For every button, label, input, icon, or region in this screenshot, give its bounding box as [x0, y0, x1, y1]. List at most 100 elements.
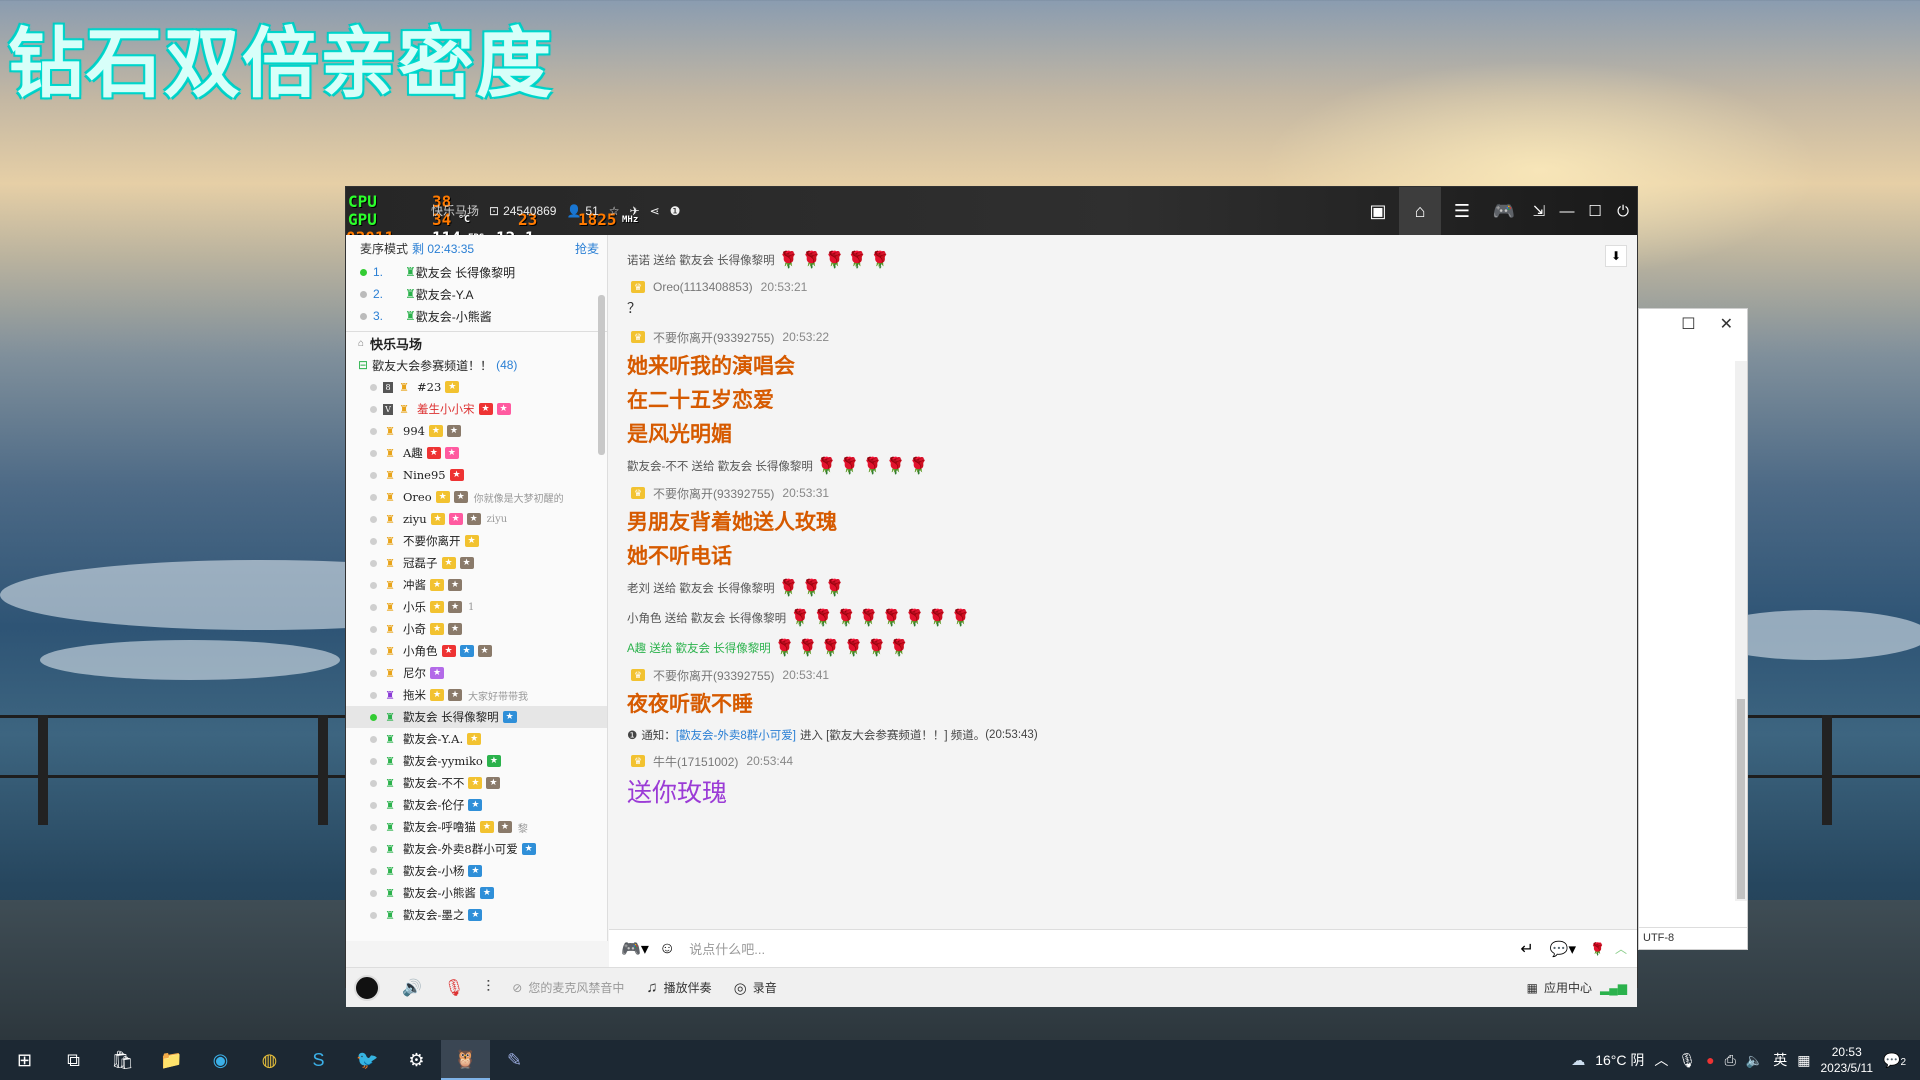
avatar[interactable]: [354, 974, 380, 1001]
notice-user-link[interactable]: [歡友会-外卖8群小可爱]: [676, 727, 796, 743]
user-list-item[interactable]: ♜ 小奇 ★ ★: [346, 618, 607, 640]
user-list-item[interactable]: ♜ 歡友会-墨之 ★: [346, 904, 607, 926]
mic-icon[interactable]: 🎙: [1678, 1052, 1696, 1069]
close-icon[interactable]: ✕: [1720, 314, 1733, 334]
clock[interactable]: 20:53 2023/5/11: [1821, 1044, 1874, 1076]
volume-icon[interactable]: 🔈: [1746, 1052, 1763, 1069]
user-list-item[interactable]: ♜ 歡友会 长得像黎明 ★: [346, 706, 607, 728]
mic-muted-icon[interactable]: 🎙: [444, 978, 464, 998]
maximize-icon[interactable]: ☐: [1681, 314, 1695, 334]
user-name: ziyu: [403, 512, 427, 526]
network-icon[interactable]: ⎙: [1725, 1052, 1736, 1069]
app-center-label: 应用中心: [1544, 981, 1593, 995]
badge-icon: ★: [430, 579, 444, 591]
sender-name[interactable]: 不要你离开(93392755): [653, 667, 774, 684]
user-list-item[interactable]: ♜ ziyu ★ ★ ★ ziyu: [346, 508, 607, 530]
app-s-icon[interactable]: S: [294, 1040, 343, 1080]
weather-icon[interactable]: ☁: [1571, 1052, 1585, 1069]
weather-text[interactable]: 16°C 阴: [1595, 1050, 1644, 1070]
calendar-grid-icon[interactable]: ▦: [1797, 1052, 1810, 1069]
scroll-bottom-button[interactable]: ⬇: [1605, 245, 1627, 267]
store-icon[interactable]: 🛍: [98, 1040, 147, 1080]
ime-indicator[interactable]: 英: [1773, 1050, 1787, 1070]
chat-input[interactable]: 说点什么吧...: [689, 939, 1520, 958]
user-list-item[interactable]: ♜ Oreo ★ ★ 你就像是大梦初醒的: [346, 486, 607, 508]
minimize-icon[interactable]: —: [1553, 187, 1581, 235]
user-list-item[interactable]: ♜ 歡友会-Y.A. ★: [346, 728, 607, 750]
gamepad-icon[interactable]: 🎮: [1483, 187, 1525, 235]
power-icon[interactable]: ⏻: [1609, 187, 1637, 235]
maximize-icon[interactable]: ☐: [1581, 187, 1609, 235]
user-list-item[interactable]: ♜ 歡友会-外卖8群小可爱 ★: [346, 838, 607, 860]
mic-queue-item[interactable]: 2. ♜ 歡友会-Y.A: [346, 283, 607, 305]
emoji-game-icon[interactable]: 🎮▾: [621, 939, 649, 959]
mode-label: 麦序模式: [360, 241, 409, 256]
tray-chevron-icon[interactable]: ︿: [1654, 1050, 1668, 1070]
accompany-button[interactable]: ♫ 播放伴奏: [646, 979, 711, 996]
user-list-item[interactable]: ♜ 小角色 ★ ★ ★: [346, 640, 607, 662]
sender-name[interactable]: 牛牛(17151002): [653, 753, 738, 770]
background-window[interactable]: ☐ ✕ UTF-8: [1638, 308, 1748, 950]
user-list-item[interactable]: ♜ 冠磊子 ★ ★: [346, 552, 607, 574]
start-icon[interactable]: ⊞: [0, 1040, 49, 1080]
user-list-item[interactable]: ♜ 不要你离开 ★: [346, 530, 607, 552]
scrollbar-thumb[interactable]: [1737, 699, 1745, 899]
user-list-item[interactable]: ♜ 尼尔 ★: [346, 662, 607, 684]
status-dot: [370, 625, 377, 633]
yy-icon[interactable]: 🦉: [441, 1040, 490, 1080]
dock-icon[interactable]: ⇲: [1525, 187, 1553, 235]
user-list-item[interactable]: ♜ 歡友会-小杨 ★: [346, 860, 607, 882]
user-list-scrollbar[interactable]: [598, 295, 605, 455]
user-list-item[interactable]: 8 ♜ #23 ★: [346, 376, 607, 398]
app-center-button[interactable]: ▦ 应用中心: [1527, 979, 1592, 996]
user-list-item[interactable]: ♜ 歡友会-呼噜猫 ★ ★ 黎: [346, 816, 607, 838]
expand-icon[interactable]: ︿: [1615, 940, 1627, 957]
chrome-icon[interactable]: ◍: [245, 1040, 294, 1080]
file-explorer-icon[interactable]: 📁: [147, 1040, 196, 1080]
mic-queue-item[interactable]: 1. ♜ 歡友会 长得像黎明: [346, 261, 607, 283]
queue-timer: 剩 02:43:35: [412, 241, 475, 256]
sub-channel[interactable]: ⊟ 歡友大会参赛频道！！ (48): [346, 354, 607, 376]
user-list-item[interactable]: ♜ 拖米 ★ ★ 大家好带带我: [346, 684, 607, 706]
list-icon[interactable]: ☰: [1441, 187, 1483, 235]
user-list-item[interactable]: ♜ 歡友会-yymiko ★: [346, 750, 607, 772]
notification-icon[interactable]: 💬2: [1883, 1052, 1906, 1069]
user-list-item[interactable]: ♜ 歡友会-伦仔 ★: [346, 794, 607, 816]
steam-icon[interactable]: ⚙: [392, 1040, 441, 1080]
user-list-item[interactable]: V ♜ 羞生小小宋 ★ ★: [346, 398, 607, 420]
rose-gift-icon[interactable]: 🌹: [1590, 942, 1605, 956]
message-text: 在二十五岁恋爱: [627, 387, 774, 412]
favorite-icon[interactable]: ☆: [609, 204, 620, 218]
user-list-item[interactable]: ♜ Nine95 ★: [346, 464, 607, 486]
app-bird-icon[interactable]: 🐦: [343, 1040, 392, 1080]
app-pen-icon[interactable]: ✎: [490, 1040, 539, 1080]
user-list-item[interactable]: ♜ 歡友会-不不 ★ ★: [346, 772, 607, 794]
info-icon[interactable]: ❶: [670, 204, 681, 218]
railing-post: [318, 715, 328, 825]
mic-queue-item[interactable]: 3. ♜ 歡友会-小熊酱: [346, 305, 607, 327]
channel-root[interactable]: ⌂ 快乐马场: [346, 332, 607, 354]
enter-icon[interactable]: ↵: [1520, 939, 1533, 959]
chat-bubble-icon[interactable]: 💬▾: [1550, 940, 1576, 958]
face-search-icon[interactable]: ☺: [659, 940, 675, 958]
user-list-item[interactable]: ♜ 歡友会-小熊酱 ★: [346, 882, 607, 904]
share-icon[interactable]: ⋖: [650, 204, 660, 218]
collapse-icon[interactable]: ⊟: [358, 358, 368, 372]
user-list-item[interactable]: ♜ 冲酱 ★ ★: [346, 574, 607, 596]
equalizer-icon[interactable]: ⫶: [486, 979, 490, 997]
sender-name[interactable]: 不要你离开(93392755): [653, 329, 774, 346]
video-icon[interactable]: ▣: [1357, 187, 1399, 235]
sender-name[interactable]: Oreo(1113408853): [653, 280, 753, 294]
sender-name[interactable]: 不要你离开(93392755): [653, 485, 774, 502]
speaker-icon[interactable]: 🔊: [402, 978, 422, 998]
user-list-item[interactable]: ♜ 994 ★ ★: [346, 420, 607, 442]
record-button[interactable]: ◎ 录音: [734, 979, 777, 997]
edge-icon[interactable]: ◉: [196, 1040, 245, 1080]
grab-mic-button[interactable]: 抢麦: [575, 240, 599, 257]
tray-app-icon[interactable]: ●: [1706, 1052, 1714, 1068]
user-list-item[interactable]: ♜ A趣 ★ ★: [346, 442, 607, 464]
plane-icon[interactable]: ✈: [630, 204, 640, 218]
user-list-item[interactable]: ♜ 小乐 ★ ★ 1: [346, 596, 607, 618]
home-icon[interactable]: ⌂: [1399, 187, 1441, 235]
task-view-icon[interactable]: ⧉: [49, 1040, 98, 1080]
